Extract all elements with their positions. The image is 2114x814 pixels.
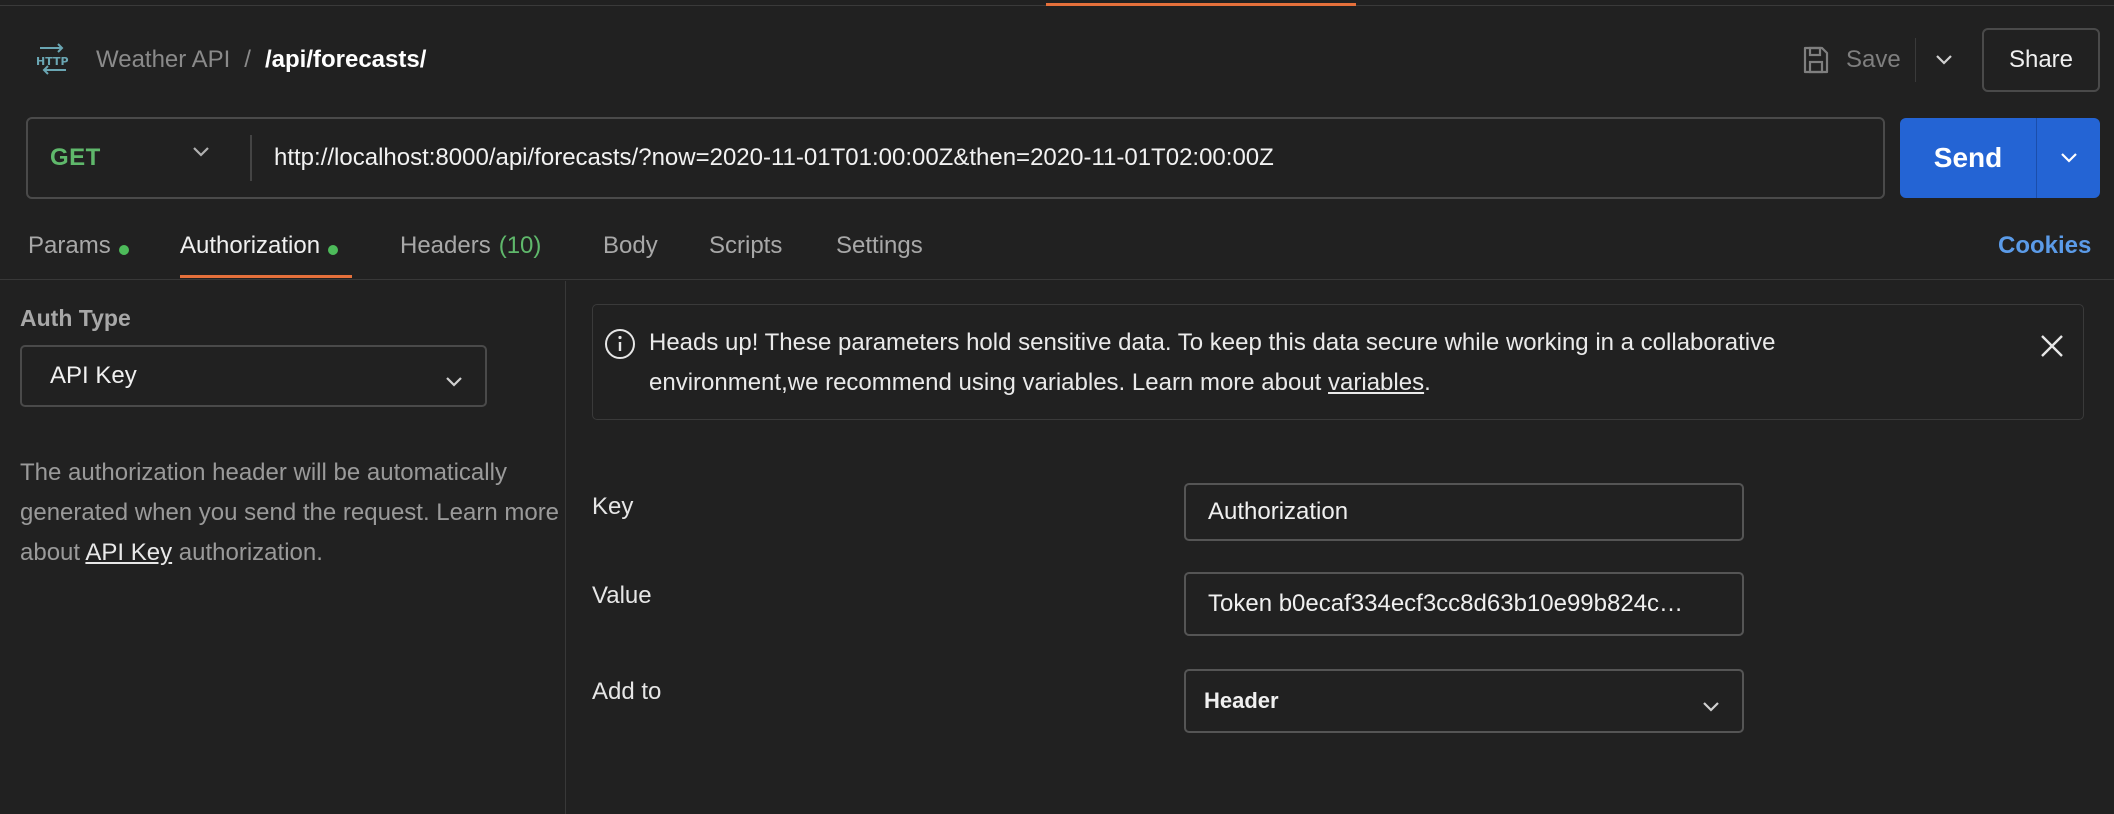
tab-label: Headers xyxy=(400,232,491,259)
status-dot xyxy=(328,245,339,255)
info-icon xyxy=(603,327,637,366)
status-dot xyxy=(118,245,129,255)
chevron-down-icon xyxy=(1935,55,1952,65)
breadcrumb-collection[interactable]: Weather API xyxy=(96,46,230,74)
method-select[interactable]: GET xyxy=(28,119,250,197)
request-tabs: Params Authorization Headers (10) Body S… xyxy=(0,222,2114,280)
tab-label: Scripts xyxy=(709,232,783,259)
active-tab-underline xyxy=(180,275,352,278)
save-button[interactable]: Save xyxy=(1802,38,1915,82)
add-to-value: Header xyxy=(1204,688,1279,713)
key-value: Authorization xyxy=(1208,498,1349,525)
tab-label: Params xyxy=(28,232,111,259)
close-icon[interactable] xyxy=(2039,333,2065,364)
method-divider xyxy=(250,135,252,181)
cookies-link[interactable]: Cookies xyxy=(1998,232,2091,260)
notice-end: . xyxy=(1424,369,1431,396)
notice-message: Heads up! These parameters hold sensitiv… xyxy=(649,329,1776,396)
url-input[interactable]: http://localhost:8000/api/forecasts/?now… xyxy=(274,119,1864,197)
breadcrumb-separator: / xyxy=(244,46,251,73)
request-header: HTTP Weather API / /api/forecasts/ Save … xyxy=(0,6,2114,102)
notice-text: Heads up! These parameters hold sensitiv… xyxy=(649,323,1949,403)
sensitive-data-notice: Heads up! These parameters hold sensitiv… xyxy=(592,304,2084,420)
value-value: Token b0ecaf334ecf3cc8d63b10e99b824c… xyxy=(1208,590,1684,617)
tab-settings[interactable]: Settings xyxy=(836,222,923,278)
tab-label: Authorization xyxy=(180,232,321,259)
auth-type-label: Auth Type xyxy=(20,305,131,331)
svg-text:HTTP: HTTP xyxy=(36,55,69,68)
value-input[interactable]: Token b0ecaf334ecf3cc8d63b10e99b824c… xyxy=(1184,572,1744,636)
http-icon: HTTP xyxy=(34,40,72,76)
tab-label: Body xyxy=(603,232,658,259)
variables-link[interactable]: variables xyxy=(1328,369,1424,396)
headers-count-badge: (10) xyxy=(498,232,542,259)
url-bar: GET http://localhost:8000/api/forecasts/… xyxy=(26,117,1885,199)
share-button[interactable]: Share xyxy=(1982,28,2100,92)
send-button[interactable]: Send xyxy=(1900,118,2036,198)
save-divider xyxy=(1914,38,1916,82)
tab-headers[interactable]: Headers (10) xyxy=(400,222,541,278)
save-label: Save xyxy=(1846,46,1901,73)
key-label: Key xyxy=(592,493,634,520)
save-options-button[interactable] xyxy=(1924,38,1964,82)
method-label: GET xyxy=(50,144,101,171)
chevron-down-icon xyxy=(1702,693,1720,719)
breadcrumb: Weather API / /api/forecasts/ xyxy=(96,42,426,78)
auth-description: The authorization header will be automat… xyxy=(20,453,560,573)
auth-type-select[interactable]: API Key xyxy=(20,345,487,407)
auth-desc-suffix: authorization. xyxy=(172,539,323,566)
auth-type-value: API Key xyxy=(50,362,137,389)
add-to-select[interactable]: Header xyxy=(1184,669,1744,733)
auth-sidebar: Auth Type API Key The authorization head… xyxy=(0,281,566,814)
add-to-label: Add to xyxy=(592,678,662,705)
chevron-down-icon xyxy=(445,367,463,395)
tab-params[interactable]: Params xyxy=(28,222,129,278)
tab-label: Settings xyxy=(836,232,923,259)
tab-authorization[interactable]: Authorization xyxy=(180,222,339,278)
value-label: Value xyxy=(592,582,652,609)
save-icon xyxy=(1803,46,1829,74)
chevron-down-icon xyxy=(192,145,210,163)
tab-scripts[interactable]: Scripts xyxy=(709,222,782,278)
tab-body[interactable]: Body xyxy=(603,222,658,278)
chevron-down-icon xyxy=(2060,153,2077,163)
send-options-button[interactable] xyxy=(2036,118,2100,198)
api-key-docs-link[interactable]: API Key xyxy=(85,539,172,566)
key-input[interactable]: Authorization xyxy=(1184,483,1744,541)
request-title[interactable]: /api/forecasts/ xyxy=(265,46,426,74)
save-group: Save xyxy=(1802,38,1964,82)
